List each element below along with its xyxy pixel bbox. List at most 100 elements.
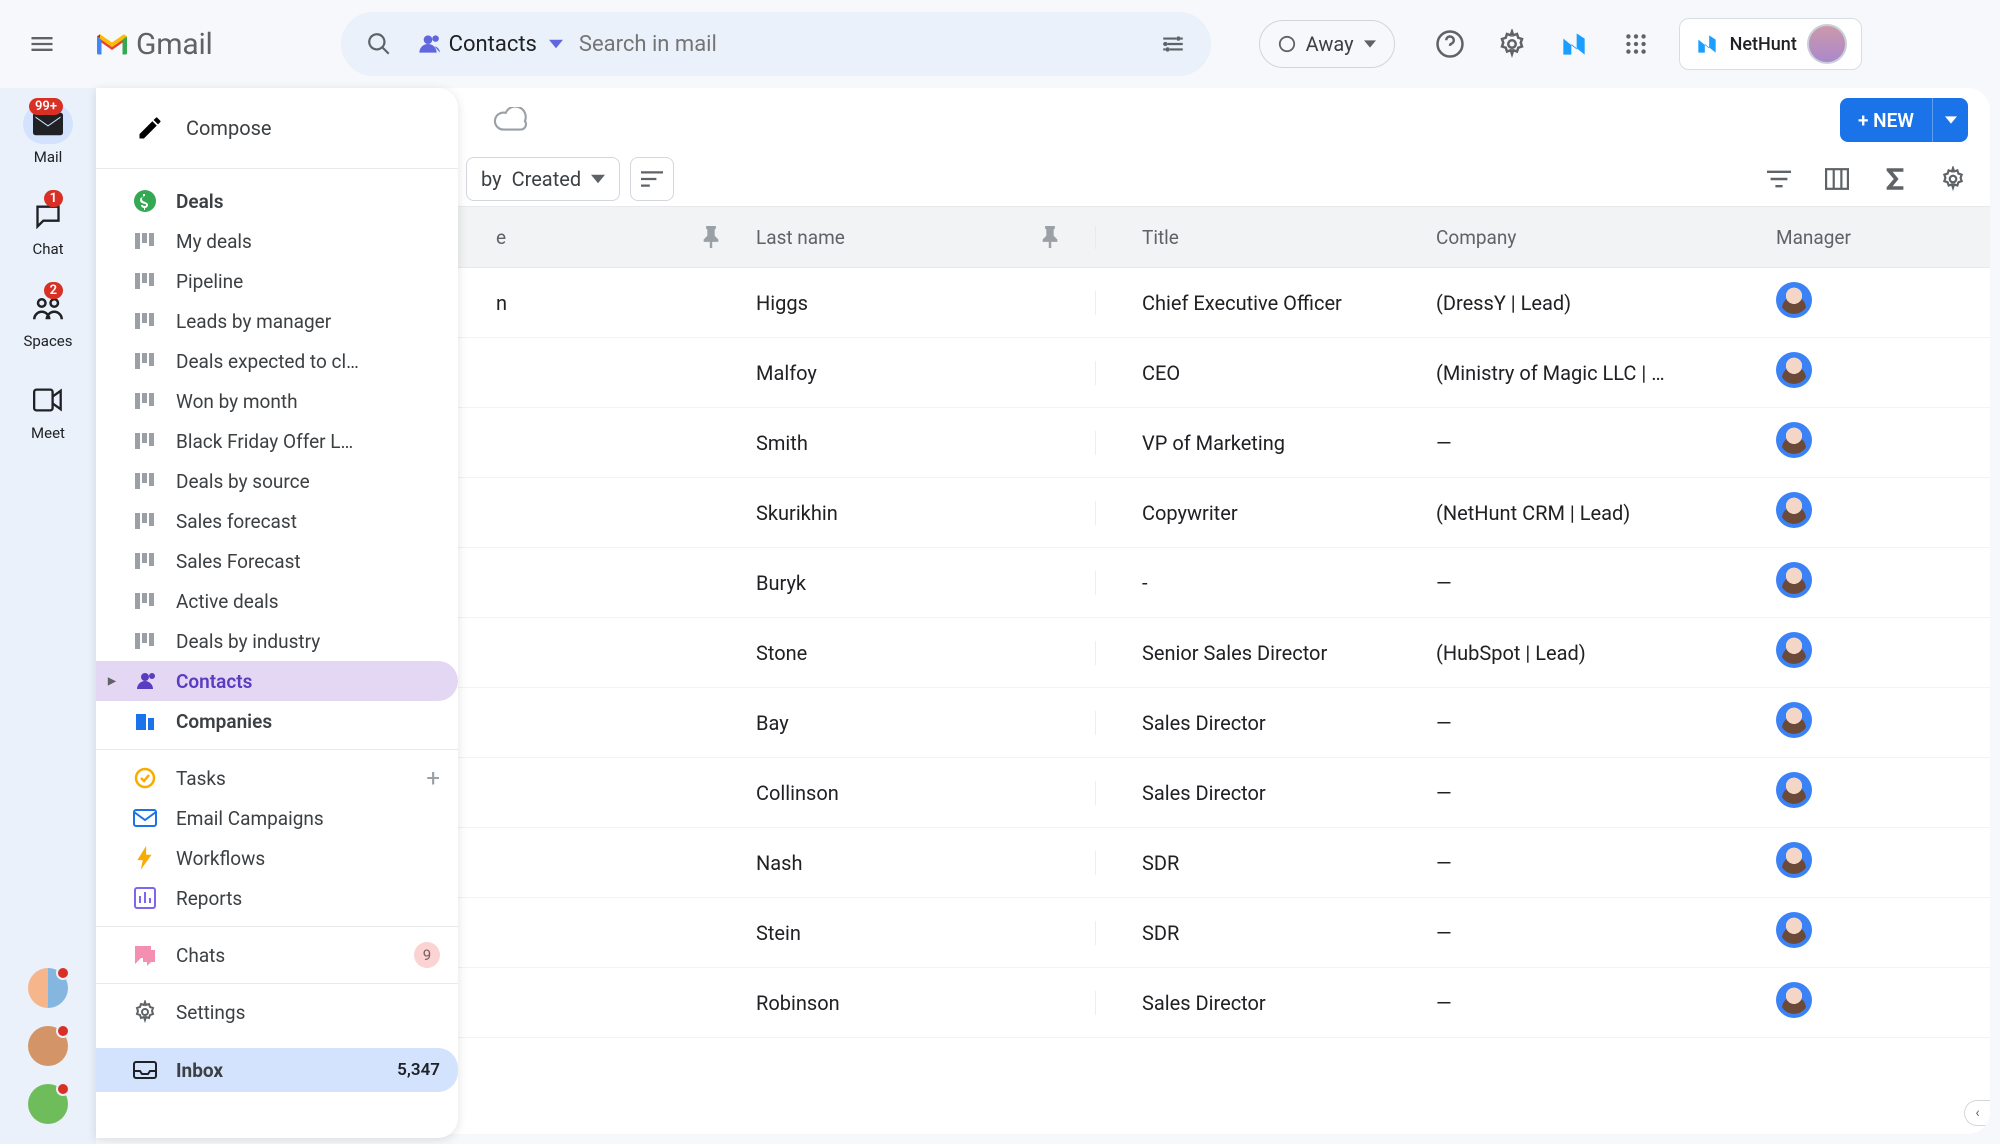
search-options-button[interactable] bbox=[1153, 24, 1193, 64]
nav-deal-view[interactable]: Active deals bbox=[96, 581, 458, 621]
help-button[interactable] bbox=[1433, 27, 1467, 61]
cell-title: SDR bbox=[1096, 851, 1436, 875]
chat-avatar[interactable] bbox=[28, 968, 68, 1008]
nethunt-app-button[interactable] bbox=[1557, 27, 1591, 61]
nav-deal-view[interactable]: Deals expected to cl… bbox=[96, 341, 458, 381]
search-button[interactable] bbox=[359, 24, 399, 64]
envelope-icon bbox=[132, 805, 158, 831]
help-icon bbox=[1435, 29, 1465, 59]
columns-icon bbox=[1825, 168, 1849, 190]
mail-icon bbox=[33, 112, 63, 136]
nav-deal-view[interactable]: Leads by manager bbox=[96, 301, 458, 341]
view-controls bbox=[1764, 164, 1968, 194]
nav-deal-view[interactable]: Black Friday Offer L… bbox=[96, 421, 458, 461]
filter-button[interactable] bbox=[1764, 164, 1794, 194]
settings-button[interactable] bbox=[1495, 27, 1529, 61]
cell-company: — bbox=[1436, 921, 1776, 945]
cell-title: Chief Executive Officer bbox=[1096, 291, 1436, 315]
cell-last-name: Stein bbox=[756, 921, 1096, 945]
new-record-button[interactable]: + NEW bbox=[1840, 98, 1932, 142]
nav-item-email-campaigns[interactable]: Email Campaigns bbox=[96, 798, 458, 838]
nethunt-account-chip[interactable]: NetHunt bbox=[1679, 18, 1862, 70]
gmail-logo[interactable]: Gmail bbox=[94, 27, 213, 62]
topbar: Gmail Contacts Away NetHunt bbox=[0, 0, 2000, 88]
cell-manager bbox=[1776, 702, 1990, 743]
sort-direction-button[interactable] bbox=[630, 157, 674, 201]
apps-grid-button[interactable] bbox=[1619, 27, 1653, 61]
chevron-down-icon bbox=[1945, 116, 1957, 124]
new-record-dropdown[interactable] bbox=[1932, 98, 1968, 142]
columns-button[interactable] bbox=[1822, 164, 1852, 194]
col-header-title[interactable]: Title bbox=[1096, 226, 1436, 249]
aggregate-button[interactable] bbox=[1880, 164, 1910, 194]
col-header-last-name[interactable]: Last name bbox=[756, 226, 1096, 249]
nav-item-deals[interactable]: Deals bbox=[96, 181, 458, 221]
tune-icon bbox=[1160, 31, 1186, 57]
app-rail: 99+ Mail 1 Chat 2 Spaces Meet bbox=[0, 88, 96, 1144]
status-selector[interactable]: Away bbox=[1259, 20, 1395, 68]
nav-item-workflows[interactable]: Workflows bbox=[96, 838, 458, 878]
cell-last-name: Malfoy bbox=[756, 361, 1096, 385]
nav-item-settings[interactable]: Settings bbox=[96, 992, 458, 1032]
nav-deal-view[interactable]: Sales forecast bbox=[96, 501, 458, 541]
divider bbox=[96, 168, 458, 169]
rail-item-chat[interactable]: 1 Chat bbox=[23, 190, 73, 264]
board-icon bbox=[132, 268, 158, 294]
nav-deal-view[interactable]: My deals bbox=[96, 221, 458, 261]
col-header-company[interactable]: Company bbox=[1436, 226, 1776, 249]
board-icon bbox=[132, 468, 158, 494]
cell-last-name: Smith bbox=[756, 431, 1096, 455]
board-icon bbox=[132, 548, 158, 574]
nav-item-inbox[interactable]: Inbox 5,347 bbox=[96, 1048, 458, 1092]
add-task-button[interactable]: + bbox=[426, 764, 440, 792]
nav-item-reports[interactable]: Reports bbox=[96, 878, 458, 918]
search-input[interactable] bbox=[579, 32, 1141, 57]
nav-deal-view[interactable]: Pipeline bbox=[96, 261, 458, 301]
side-panel-toggle[interactable]: ‹ bbox=[1964, 1100, 1990, 1126]
nav-deal-view[interactable]: Won by month bbox=[96, 381, 458, 421]
chat-avatar[interactable] bbox=[28, 1084, 68, 1124]
search-scope-chip[interactable]: Contacts bbox=[411, 31, 567, 57]
manager-avatar bbox=[1776, 702, 1812, 738]
col-header-manager[interactable]: Manager bbox=[1776, 226, 1990, 249]
rail-label: Spaces bbox=[23, 332, 72, 350]
rail-item-meet[interactable]: Meet bbox=[23, 374, 73, 448]
compose-button[interactable]: Compose bbox=[96, 88, 458, 168]
rail-item-spaces[interactable]: 2 Spaces bbox=[23, 282, 73, 356]
sync-status-button[interactable] bbox=[490, 100, 530, 140]
chat-bubble-icon bbox=[132, 942, 158, 968]
chat-avatar[interactable] bbox=[28, 1026, 68, 1066]
nav-item-companies[interactable]: Companies bbox=[96, 701, 458, 741]
pin-icon[interactable] bbox=[702, 226, 720, 248]
nav-item-chats[interactable]: Chats 9 bbox=[96, 935, 458, 975]
cell-company: (HubSpot | Lead) bbox=[1436, 641, 1776, 665]
pin-icon[interactable] bbox=[1041, 226, 1059, 248]
presence-dot-icon bbox=[56, 966, 70, 980]
board-icon bbox=[132, 508, 158, 534]
main-menu-button[interactable] bbox=[8, 10, 76, 78]
nav-item-tasks[interactable]: Tasks + bbox=[96, 758, 458, 798]
cell-manager bbox=[1776, 492, 1990, 533]
sort-selector[interactable]: by Created bbox=[466, 157, 620, 201]
status-away-icon bbox=[1278, 35, 1296, 53]
chevron-down-icon bbox=[591, 174, 605, 184]
cell-manager bbox=[1776, 632, 1990, 673]
status-label: Away bbox=[1306, 32, 1354, 56]
nav-item-contacts[interactable]: Contacts bbox=[96, 661, 458, 701]
user-avatar bbox=[1807, 24, 1847, 64]
contacts-icon bbox=[415, 31, 441, 57]
rail-item-mail[interactable]: 99+ Mail bbox=[23, 98, 73, 172]
cell-last-name: Robinson bbox=[756, 991, 1096, 1015]
cloud-icon bbox=[493, 107, 527, 133]
view-settings-button[interactable] bbox=[1938, 164, 1968, 194]
nav-deal-view[interactable]: Deals by source bbox=[96, 461, 458, 501]
brand-label: NetHunt bbox=[1730, 34, 1797, 55]
gear-icon bbox=[1940, 166, 1966, 192]
mail-badge: 99+ bbox=[29, 98, 63, 115]
nav-deal-view[interactable]: Deals by industry bbox=[96, 621, 458, 661]
manager-avatar bbox=[1776, 982, 1812, 1018]
nethunt-icon bbox=[1694, 31, 1720, 57]
presence-dot-icon bbox=[56, 1024, 70, 1038]
cell-company: — bbox=[1436, 431, 1776, 455]
nav-deal-view[interactable]: Sales Forecast bbox=[96, 541, 458, 581]
